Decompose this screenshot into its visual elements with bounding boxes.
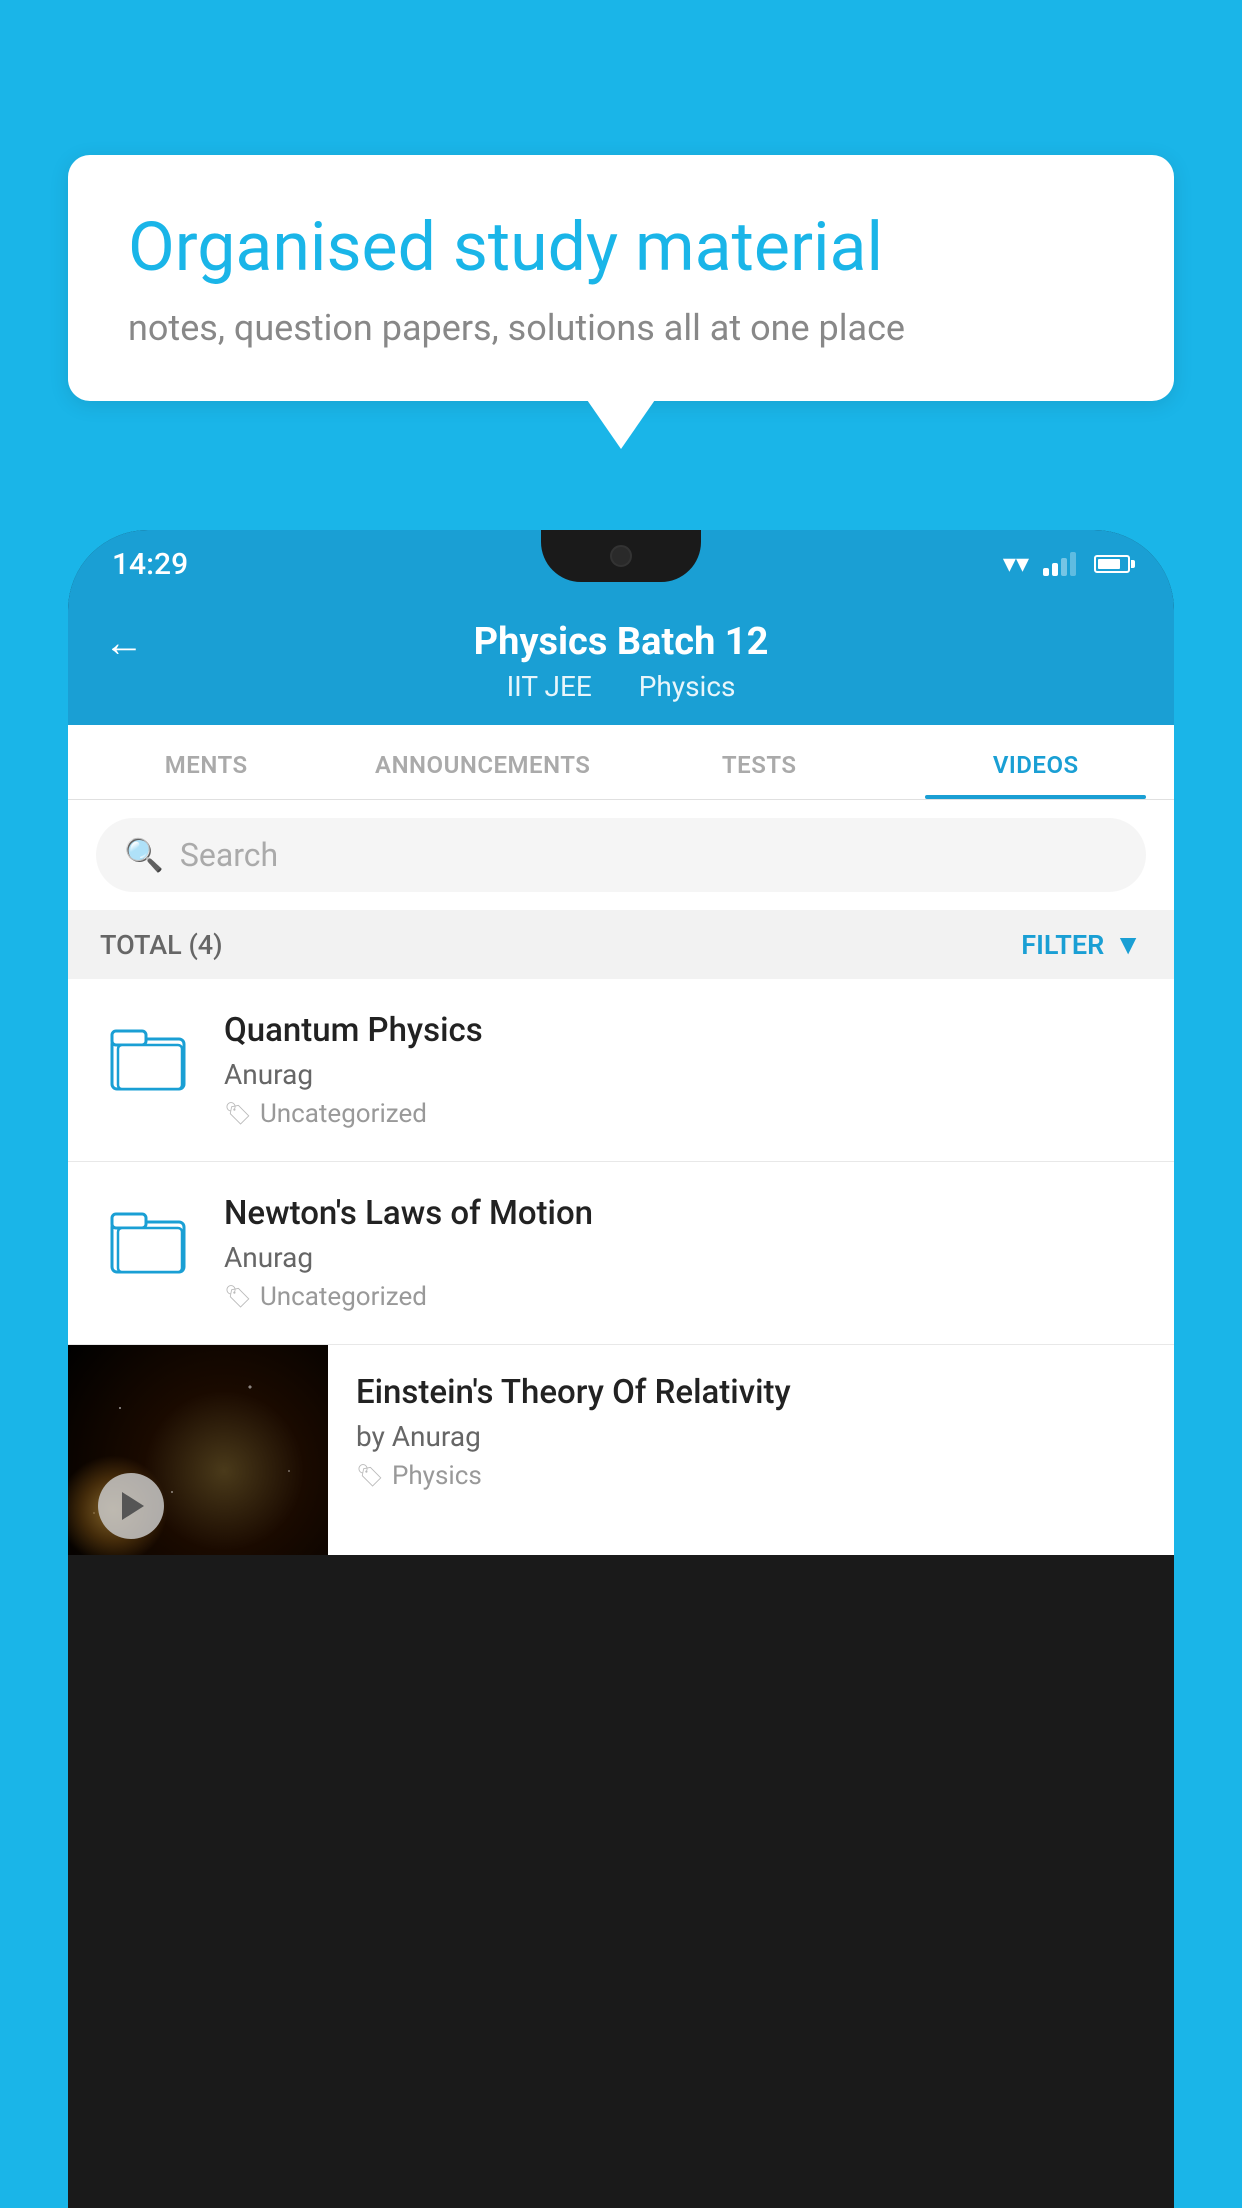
tag-icon: 🏷 bbox=[356, 1464, 384, 1489]
tab-bar: MENTS ANNOUNCEMENTS TESTS VIDEOS bbox=[68, 725, 1174, 800]
header-row: ← Physics Batch 12 bbox=[104, 620, 1138, 664]
video-author: by Anurag bbox=[356, 1420, 1150, 1453]
header-subtitle: IIT JEE Physics bbox=[497, 670, 746, 703]
tab-tests[interactable]: TESTS bbox=[621, 725, 898, 799]
tag-icon: 🏷 bbox=[224, 1285, 252, 1310]
tag-label: Physics bbox=[392, 1461, 482, 1491]
subtitle-physics: Physics bbox=[639, 670, 736, 703]
search-container: 🔍 Search bbox=[68, 800, 1174, 910]
phone-notch bbox=[541, 530, 701, 582]
tag-label: Uncategorized bbox=[260, 1282, 427, 1312]
page-title: Physics Batch 12 bbox=[474, 620, 769, 664]
bubble-title: Organised study material bbox=[128, 207, 1114, 289]
filter-bar: TOTAL (4) FILTER ▼ bbox=[68, 910, 1174, 979]
video-list: Quantum Physics Anurag 🏷 Uncategorized bbox=[68, 979, 1174, 1555]
phone-mockup: 14:29 ▾▾ ← Physics Batch 12 bbox=[68, 530, 1174, 2208]
video-title: Newton's Laws of Motion bbox=[224, 1194, 1142, 1233]
video-tag: 🏷 Physics bbox=[356, 1461, 1150, 1491]
tab-announcements[interactable]: ANNOUNCEMENTS bbox=[345, 725, 622, 799]
tag-label: Uncategorized bbox=[260, 1099, 427, 1129]
bubble-subtitle: notes, question papers, solutions all at… bbox=[128, 307, 1114, 349]
folder-icon bbox=[100, 1194, 196, 1280]
video-author: Anurag bbox=[224, 1058, 1142, 1091]
video-tag: 🏷 Uncategorized bbox=[224, 1099, 1142, 1129]
speech-bubble-container: Organised study material notes, question… bbox=[68, 155, 1174, 401]
video-info: Einstein's Theory Of Relativity by Anura… bbox=[328, 1345, 1174, 1507]
video-title: Quantum Physics bbox=[224, 1011, 1142, 1050]
video-thumbnail bbox=[68, 1345, 328, 1555]
video-author: Anurag bbox=[224, 1241, 1142, 1274]
thumbnail-image bbox=[68, 1345, 328, 1555]
video-title: Einstein's Theory Of Relativity bbox=[356, 1373, 1150, 1412]
search-placeholder: Search bbox=[180, 836, 278, 874]
filter-label: FILTER bbox=[1021, 929, 1104, 961]
filter-icon: ▼ bbox=[1114, 928, 1142, 961]
play-icon bbox=[122, 1492, 144, 1520]
tag-icon: 🏷 bbox=[224, 1102, 252, 1127]
status-icons: ▾▾ bbox=[1003, 549, 1130, 579]
video-info: Quantum Physics Anurag 🏷 Uncategorized bbox=[224, 1011, 1142, 1129]
battery-icon bbox=[1094, 555, 1130, 573]
phone-body: 14:29 ▾▾ ← Physics Batch 12 bbox=[68, 530, 1174, 2208]
back-button[interactable]: ← bbox=[104, 619, 144, 666]
front-camera bbox=[610, 545, 632, 567]
video-info: Newton's Laws of Motion Anurag 🏷 Uncateg… bbox=[224, 1194, 1142, 1312]
tab-ments[interactable]: MENTS bbox=[68, 725, 345, 799]
filter-button[interactable]: FILTER ▼ bbox=[1021, 928, 1142, 961]
tab-videos[interactable]: VIDEOS bbox=[898, 725, 1175, 799]
play-button[interactable] bbox=[98, 1473, 164, 1539]
list-item[interactable]: Newton's Laws of Motion Anurag 🏷 Uncateg… bbox=[68, 1162, 1174, 1345]
app-header: ← Physics Batch 12 IIT JEE Physics bbox=[68, 598, 1174, 725]
speech-bubble: Organised study material notes, question… bbox=[68, 155, 1174, 401]
list-item[interactable]: Einstein's Theory Of Relativity by Anura… bbox=[68, 1345, 1174, 1555]
list-item[interactable]: Quantum Physics Anurag 🏷 Uncategorized bbox=[68, 979, 1174, 1162]
total-count: TOTAL (4) bbox=[100, 929, 223, 961]
wifi-icon: ▾▾ bbox=[1003, 549, 1029, 579]
status-time: 14:29 bbox=[112, 547, 188, 582]
search-bar[interactable]: 🔍 Search bbox=[96, 818, 1146, 892]
signal-icon bbox=[1043, 552, 1076, 576]
folder-icon bbox=[100, 1011, 196, 1097]
subtitle-iitjee: IIT JEE bbox=[507, 670, 592, 703]
video-tag: 🏷 Uncategorized bbox=[224, 1282, 1142, 1312]
search-icon: 🔍 bbox=[124, 836, 164, 874]
